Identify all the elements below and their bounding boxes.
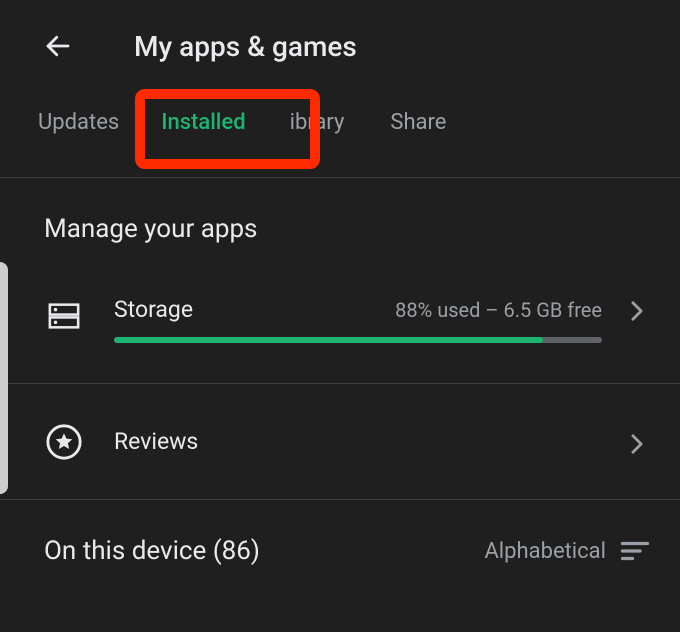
storage-icon xyxy=(44,296,84,336)
storage-progress-track xyxy=(114,337,602,343)
device-section-title: On this device (86) xyxy=(44,536,260,566)
tab-installed[interactable]: Installed xyxy=(137,98,269,147)
star-circle-icon xyxy=(45,423,83,461)
arrow-left-icon xyxy=(43,31,73,61)
storage-row[interactable]: Storage 88% used – 6.5 GB free xyxy=(0,264,680,384)
page-title: My apps & games xyxy=(134,30,357,63)
manage-section-title: Manage your apps xyxy=(0,178,680,244)
sort-icon xyxy=(620,539,650,563)
tabs-bar: Updates Installed ibrary Share xyxy=(0,98,680,178)
device-section: On this device (86) Alphabetical xyxy=(0,500,680,566)
tab-updates[interactable]: Updates xyxy=(38,104,119,141)
tab-share[interactable]: Share xyxy=(390,104,446,141)
storage-label: Storage xyxy=(114,296,193,323)
sort-label: Alphabetical xyxy=(484,539,606,564)
reviews-icon xyxy=(44,422,84,462)
storage-info: 88% used – 6.5 GB free xyxy=(395,298,602,322)
reviews-label: Reviews xyxy=(114,428,602,455)
storage-body: Storage 88% used – 6.5 GB free xyxy=(114,296,602,343)
chevron-right-icon xyxy=(622,433,652,455)
back-button[interactable] xyxy=(40,28,76,64)
storage-progress-fill xyxy=(114,337,543,343)
chevron-right-icon xyxy=(622,300,652,322)
tab-library[interactable]: ibrary xyxy=(290,104,345,141)
sort-control[interactable]: Alphabetical xyxy=(484,539,650,564)
scroll-edge-indicator xyxy=(0,262,8,494)
reviews-row[interactable]: Reviews xyxy=(0,384,680,500)
header: My apps & games xyxy=(0,0,680,98)
